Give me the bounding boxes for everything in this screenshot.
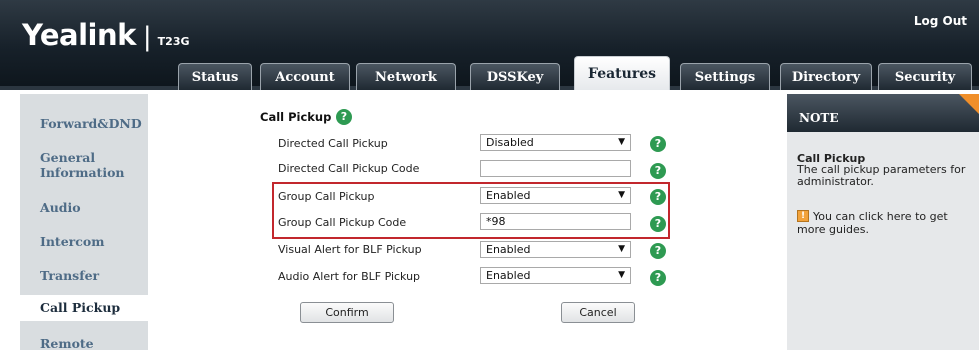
group-call-pickup-select[interactable]: Enabled ▼ xyxy=(480,187,631,204)
help-icon[interactable]: ? xyxy=(650,136,666,152)
sidebar-item-audio[interactable]: Audio xyxy=(20,200,148,215)
dropdown-arrow-icon: ▼ xyxy=(618,270,625,280)
visual-alert-blf-label: Visual Alert for BLF Pickup xyxy=(278,243,422,256)
cancel-button[interactable]: Cancel xyxy=(561,302,635,323)
section-title: Call Pickup xyxy=(260,110,332,124)
dropdown-arrow-icon: ▼ xyxy=(618,244,625,254)
yealink-logo: Yealink | T23G xyxy=(22,18,190,52)
tab-dsskey[interactable]: DSSKey xyxy=(470,63,560,90)
audio-alert-blf-select[interactable]: Enabled ▼ xyxy=(480,267,631,284)
dropdown-arrow-icon: ▼ xyxy=(618,137,625,147)
logo-separator: | xyxy=(142,22,152,52)
sidebar-item-remote-control[interactable]: Remote Control xyxy=(20,336,148,350)
directed-call-pickup-code-label: Directed Call Pickup Code xyxy=(278,162,420,175)
sidebar: Forward&DND General Information Audio In… xyxy=(20,94,152,350)
info-icon: ! xyxy=(797,210,809,222)
sidebar-item-intercom[interactable]: Intercom xyxy=(20,234,148,249)
audio-alert-blf-label: Audio Alert for BLF Pickup xyxy=(278,270,421,283)
tab-features[interactable]: Features xyxy=(574,56,670,90)
logo-brand: Yealink xyxy=(22,18,136,52)
sidebar-item-forward-dnd[interactable]: Forward&DND xyxy=(20,116,148,131)
dropdown-arrow-icon: ▼ xyxy=(618,190,625,200)
note-corner-icon xyxy=(959,94,979,114)
audio-alert-blf-value: Enabled xyxy=(486,269,531,282)
logout-link[interactable]: Log Out xyxy=(914,14,967,28)
tab-status[interactable]: Status xyxy=(178,63,252,90)
note-header: NOTE xyxy=(787,94,979,132)
group-call-pickup-value: Enabled xyxy=(486,189,531,202)
sidebar-item-call-pickup[interactable]: Call Pickup xyxy=(20,295,152,321)
help-icon[interactable]: ? xyxy=(650,189,666,205)
help-icon[interactable]: ? xyxy=(336,109,352,125)
directed-call-pickup-label: Directed Call Pickup xyxy=(278,137,388,150)
sidebar-item-transfer[interactable]: Transfer xyxy=(20,268,148,283)
help-icon[interactable]: ? xyxy=(650,163,666,179)
group-call-pickup-label: Group Call Pickup xyxy=(278,190,375,203)
guide-link[interactable]: You can click here to get more guides. xyxy=(797,210,975,236)
visual-alert-blf-select[interactable]: Enabled ▼ xyxy=(480,241,631,258)
tab-network[interactable]: Network xyxy=(356,63,456,90)
tab-security[interactable]: Security xyxy=(878,63,972,90)
help-icon[interactable]: ? xyxy=(650,243,666,259)
directed-call-pickup-value: Disabled xyxy=(486,136,534,149)
confirm-button[interactable]: Confirm xyxy=(300,302,394,323)
tab-account[interactable]: Account xyxy=(260,63,350,90)
main-content: Call Pickup ? Directed Call Pickup Disab… xyxy=(148,94,784,350)
sidebar-item-general-information[interactable]: General Information xyxy=(20,150,148,180)
help-icon[interactable]: ? xyxy=(650,270,666,286)
note-text: The call pickup parameters for administr… xyxy=(797,163,966,188)
help-icon[interactable]: ? xyxy=(650,216,666,232)
group-call-pickup-code-label: Group Call Pickup Code xyxy=(278,216,407,229)
note-panel: NOTE Call Pickup The call pickup paramet… xyxy=(787,94,979,350)
top-header: Yealink | T23G Log Out Status Account Ne… xyxy=(0,0,979,90)
visual-alert-blf-value: Enabled xyxy=(486,243,531,256)
directed-call-pickup-code-input[interactable] xyxy=(480,160,631,177)
tab-directory[interactable]: Directory xyxy=(780,63,872,90)
tab-settings[interactable]: Settings xyxy=(680,63,770,90)
directed-call-pickup-select[interactable]: Disabled ▼ xyxy=(480,134,631,151)
logo-model: T23G xyxy=(157,35,190,48)
group-call-pickup-code-input[interactable]: *98 xyxy=(480,213,631,230)
